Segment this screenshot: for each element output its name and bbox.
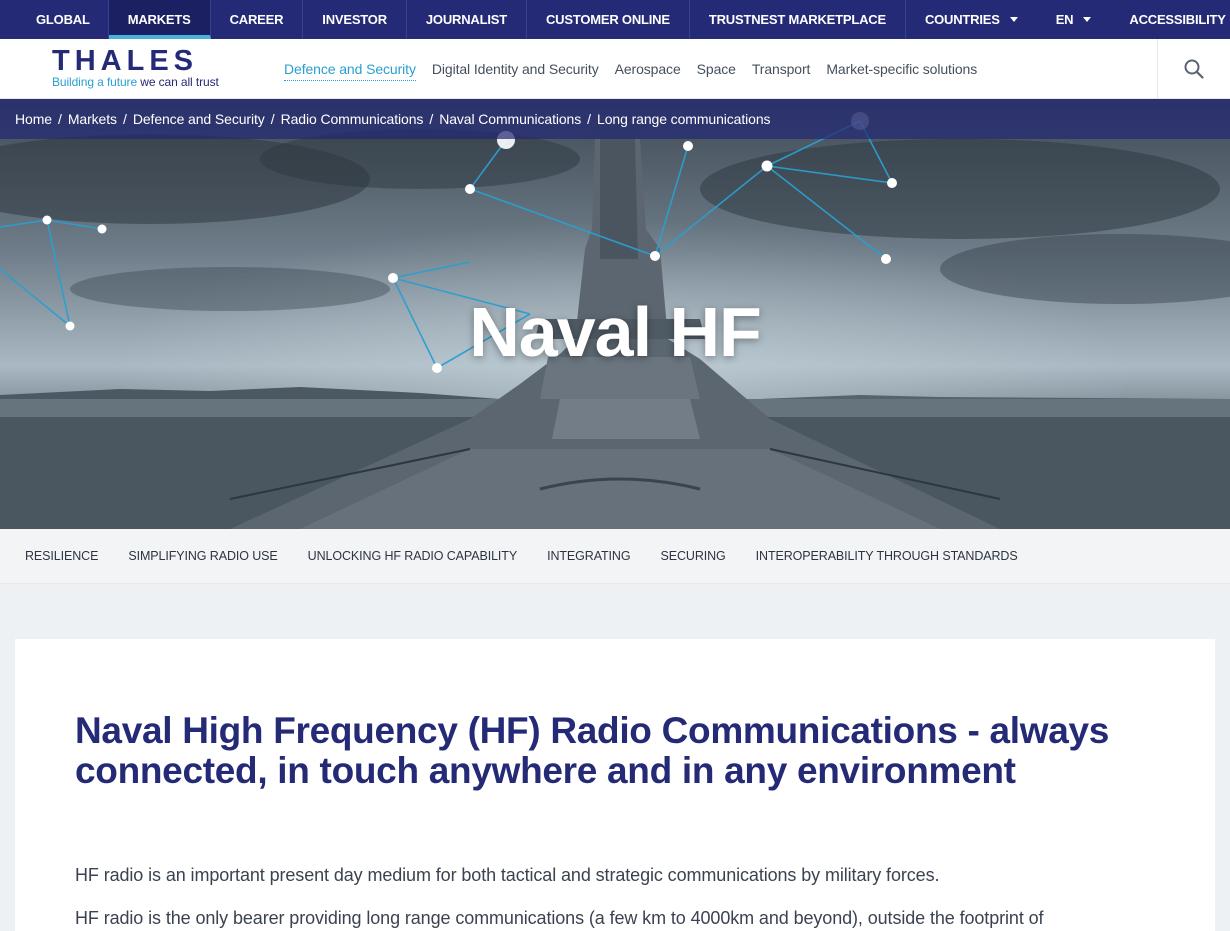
intro-paragraph-1: HF radio is an important present day med… [75,865,940,885]
breadcrumb-separator: / [270,111,275,127]
intro-paragraph-2: HF radio is the only bearer providing lo… [75,908,1044,928]
site-header: THALES Building a future we can all trus… [0,39,1230,99]
top-link-career[interactable]: CAREER [211,0,304,39]
anchor-integrating[interactable]: INTEGRATING [547,549,631,563]
top-link-investor[interactable]: INVESTOR [303,0,407,39]
logo-wordmark-text: THALES [52,46,198,74]
tagline-suffix: we can all trust [137,75,219,89]
breadcrumb-defence-security[interactable]: Defence and Security [133,111,265,127]
breadcrumb-radio-communications[interactable]: Radio Communications [281,111,424,127]
breadcrumb-current: Long range communications [597,111,771,127]
main-nav: Defence and Security Digital Identity an… [284,39,993,99]
breadcrumb: Home / Markets / Defence and Security / Rad… [0,99,1230,139]
countries-label: COUNTRIES [924,12,1000,27]
anchor-resilience[interactable]: RESILIENCE [25,549,98,563]
search-button[interactable] [1157,39,1230,99]
top-utility-right: COUNTRIES EN ACCESSIBILITY [906,0,1230,39]
thales-logo-wordmark: THALES [52,46,198,74]
nav-digital-identity-security[interactable]: Digital Identity and Security [432,61,599,77]
section-anchor-nav: RESILIENCE SIMPLIFYING RADIO USE UNLOCKI… [0,529,1230,584]
breadcrumb-separator: / [429,111,434,127]
top-link-trustnest-marketplace[interactable]: TRUSTNEST MARKETPLACE [690,0,906,39]
language-label: EN [1055,12,1074,27]
chevron-down-icon [1083,17,1092,22]
nav-defence-security[interactable]: Defence and Security [284,61,416,81]
breadcrumb-home[interactable]: Home [15,111,52,127]
accessibility-label: ACCESSIBILITY [1129,12,1226,27]
top-link-markets[interactable]: MARKETS [108,0,211,39]
anchor-unlocking-hf-radio-capability[interactable]: UNLOCKING HF RADIO CAPABILITY [308,549,518,563]
page-heading: Naval High Frequency (HF) Radio Communic… [75,710,1110,791]
thales-logo[interactable]: THALES Building a future we can all trus… [52,46,242,89]
hero-title: Naval HF [469,293,762,371]
nav-transport[interactable]: Transport [752,61,811,77]
top-link-customer-online[interactable]: CUSTOMER ONLINE [527,0,690,39]
countries-dropdown[interactable]: COUNTRIES [906,0,1037,39]
nav-market-specific-solutions[interactable]: Market-specific solutions [826,61,977,77]
anchor-interoperability-through-standards[interactable]: INTEROPERABILITY THROUGH STANDARDS [756,549,1018,563]
anchor-securing[interactable]: SECURING [660,549,725,563]
top-utility-bar: GLOBAL MARKETS CAREER INVESTOR JOURNALIS… [0,0,1230,39]
chevron-down-icon [1009,17,1018,22]
breadcrumb-markets[interactable]: Markets [68,111,117,127]
nav-space[interactable]: Space [697,61,736,77]
hero-banner: Home / Markets / Defence and Security / Rad… [0,99,1230,529]
logo-tagline: Building a future we can all trust [52,75,242,89]
breadcrumb-separator: / [122,111,127,127]
tagline-prefix: Building a future [52,75,138,89]
breadcrumb-naval-communications[interactable]: Naval Communications [439,111,581,127]
accessibility-dropdown[interactable]: ACCESSIBILITY [1110,0,1230,39]
top-utility-left: GLOBAL MARKETS CAREER INVESTOR JOURNALIS… [0,0,906,39]
anchor-simplifying-radio-use[interactable]: SIMPLIFYING RADIO USE [128,549,277,563]
top-link-global[interactable]: GLOBAL [0,0,109,39]
nav-aerospace[interactable]: Aerospace [615,61,681,77]
content-card: Naval High Frequency (HF) Radio Communic… [15,639,1215,931]
search-icon [1184,59,1204,79]
breadcrumb-separator: / [587,111,592,127]
top-link-journalist[interactable]: JOURNALIST [407,0,527,39]
language-dropdown[interactable]: EN [1037,0,1111,39]
breadcrumb-separator: / [57,111,62,127]
